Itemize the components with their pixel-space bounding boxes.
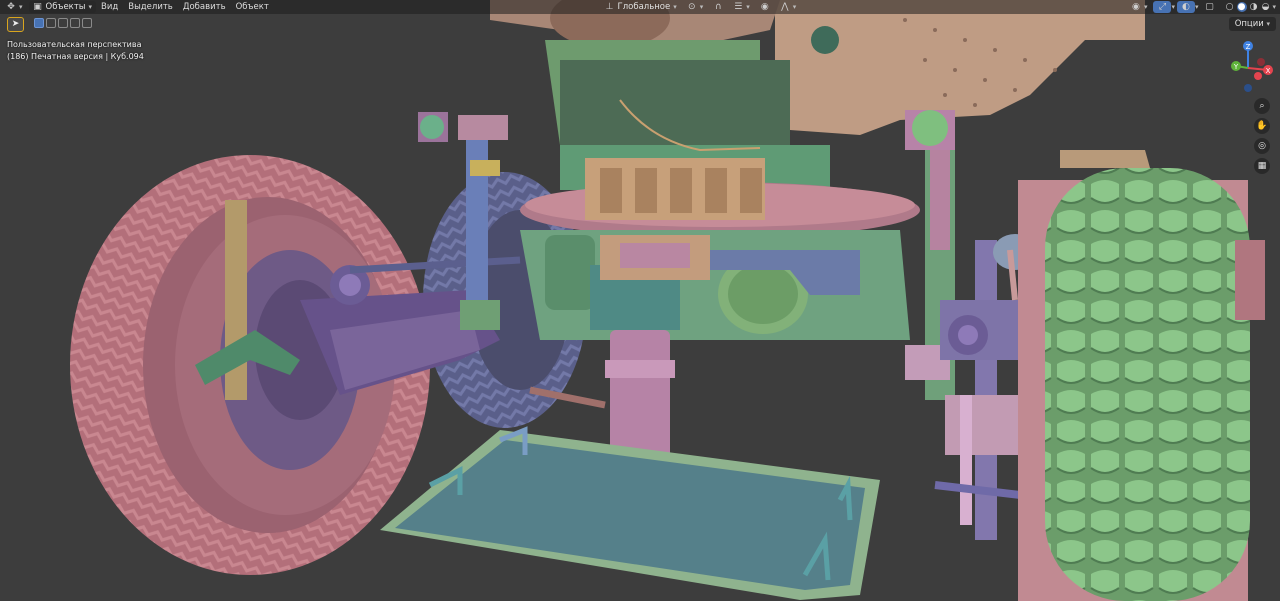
editor-type-button[interactable]: ✥ ▾ [2, 1, 27, 13]
3d-viewport[interactable] [0, 0, 1280, 601]
axis-dot-icon [1254, 72, 1262, 80]
proportional-edit-toggle[interactable]: ◉ [756, 1, 774, 13]
select-new-icon[interactable] [34, 18, 44, 28]
mode-dropdown[interactable]: ▣ Объекты ▾ [28, 1, 96, 13]
material-shading-icon[interactable]: ◑ [1249, 2, 1259, 12]
snap-increment-icon: ☰ [734, 2, 743, 12]
rendered-shading-icon[interactable]: ◒ [1261, 2, 1271, 12]
chevron-down-icon: ▾ [699, 3, 704, 11]
neg-x-axis-icon [1257, 58, 1265, 66]
pivot-icon: ⊙ [687, 2, 696, 12]
snap-target-dropdown[interactable]: ☰ ▾ [729, 1, 754, 13]
mode-label: Объекты [45, 2, 86, 12]
chevron-down-icon[interactable]: ▾ [1273, 3, 1277, 11]
shading-modes: ○ ● ◑ ◒ ▾ [1221, 1, 1280, 13]
orientation-icon: ⊥ [605, 2, 614, 12]
chevron-down-icon: ▾ [88, 3, 92, 11]
options-button[interactable]: Опции ▾ [1228, 17, 1276, 31]
visibility-dropdown[interactable]: ◉ ▾ [1127, 1, 1152, 13]
chevron-down-icon: ▾ [1143, 3, 1148, 11]
chevron-down-icon: ▾ [792, 3, 797, 11]
proportional-edit-icon: ◉ [760, 2, 769, 12]
object-info-label: (186) Печатная версия | Куб.094 [7, 52, 144, 61]
y-axis-label: Y [1233, 63, 1239, 71]
overlay-icon: ◐ [1182, 2, 1190, 12]
hand-icon[interactable]: ✋ [1254, 118, 1270, 134]
eye-icon: ◉ [1132, 2, 1140, 12]
menu-object[interactable]: Объект [231, 2, 274, 12]
wireframe-shading-icon[interactable]: ○ [1225, 2, 1235, 12]
z-axis-label: Z [1246, 43, 1251, 51]
transform-icon: ✥ [7, 2, 15, 12]
menu-add[interactable]: Добавить [178, 2, 231, 12]
xray-toggle[interactable]: ▢ [1201, 1, 1219, 13]
pivot-point-button[interactable]: ⊙ ▾ [683, 1, 708, 13]
options-label: Опции [1234, 19, 1264, 29]
scene-render [70, 0, 1265, 601]
magnet-icon: ∩ [714, 2, 722, 12]
transform-orientation-dropdown[interactable]: ⊥ Глобальное ▾ [601, 1, 681, 13]
chevron-down-icon: ▾ [673, 3, 677, 11]
selection-mode-buttons [34, 18, 92, 28]
camera-icon[interactable]: ◎ [1254, 138, 1270, 154]
chevron-down-icon: ▾ [1266, 20, 1270, 28]
x-axis-label: X [1266, 67, 1271, 75]
select-tool-button[interactable]: ➤ [7, 17, 24, 32]
overlay-toggle[interactable]: ◐ [1176, 1, 1195, 13]
cursor-icon: ➤ [11, 19, 20, 29]
gizmo-toggle[interactable]: ⤢ [1153, 1, 1172, 13]
chevron-down-icon[interactable]: ▾ [1171, 3, 1175, 11]
select-subtract-icon[interactable] [58, 18, 68, 28]
select-invert-icon[interactable] [70, 18, 80, 28]
navigation-gizmo[interactable]: Z Y X [1228, 38, 1276, 96]
orientation-label: Глобальное [617, 2, 671, 12]
viewport-header: ✥ ▾ ▣ Объекты ▾ Вид Выделить Добавить Об… [0, 0, 1280, 14]
zoom-icon[interactable]: ⌕ [1254, 98, 1270, 114]
falloff-icon: ⋀ [781, 2, 789, 12]
neg-z-axis-icon [1244, 84, 1252, 92]
perspective-label: Пользовательская перспектива [7, 40, 142, 49]
grid-icon[interactable]: ▦ [1254, 158, 1270, 174]
chevron-down-icon: ▾ [746, 3, 750, 11]
select-intersect-icon[interactable] [82, 18, 92, 28]
object-mode-icon: ▣ [33, 2, 42, 12]
gizmo-icon: ⤢ [1158, 2, 1167, 12]
falloff-dropdown[interactable]: ⋀ ▾ [776, 1, 801, 13]
xray-icon: ▢ [1205, 2, 1214, 12]
snap-toggle[interactable]: ∩ [709, 1, 727, 13]
select-extend-icon[interactable] [46, 18, 56, 28]
menu-select[interactable]: Выделить [123, 2, 178, 12]
menu-view[interactable]: Вид [96, 2, 123, 12]
solid-shading-icon[interactable]: ● [1236, 2, 1247, 12]
chevron-down-icon[interactable]: ▾ [1195, 3, 1199, 11]
chevron-down-icon: ▾ [19, 3, 23, 11]
